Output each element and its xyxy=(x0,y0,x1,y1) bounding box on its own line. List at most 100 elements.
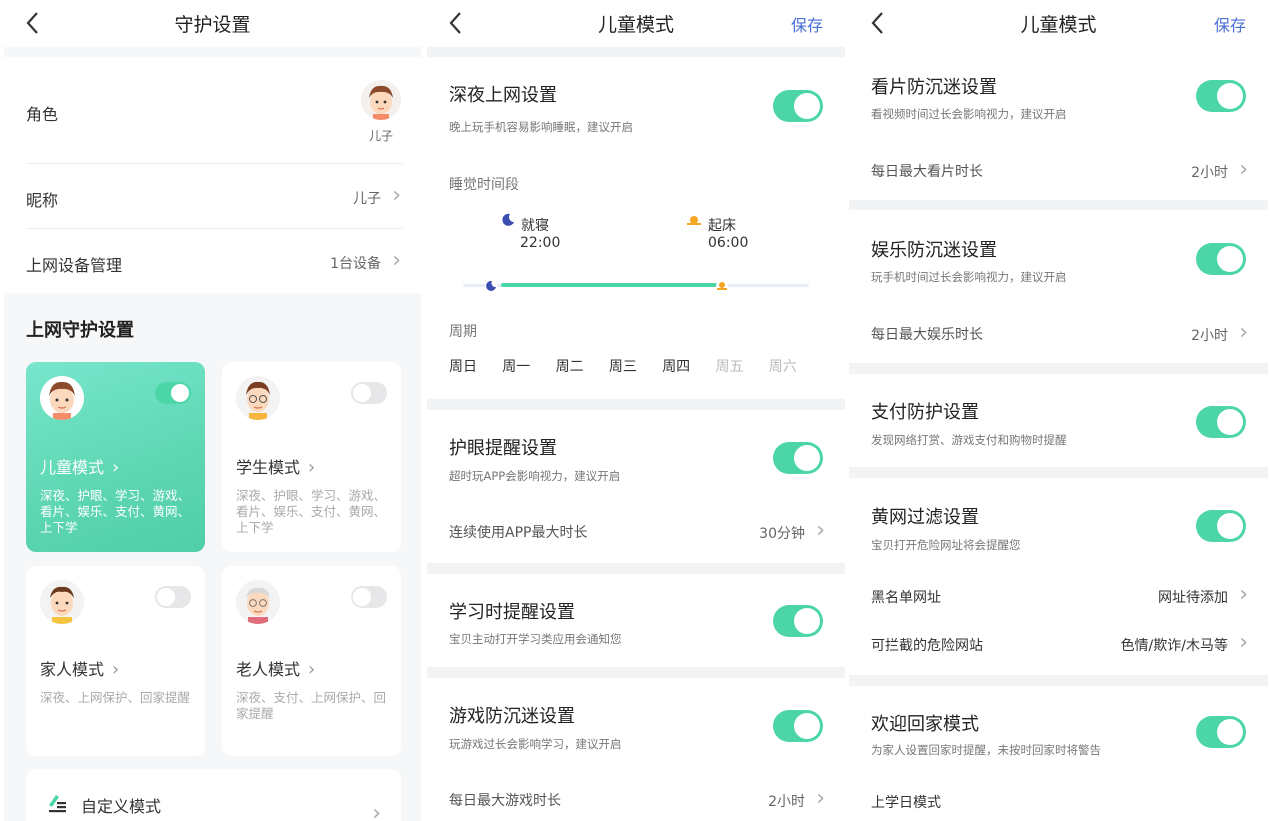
filter-card: 黄网过滤设置 宝贝打开危险网址将会提醒您 黑名单网址 网址待添加 可拦截的危险网… xyxy=(849,478,1268,675)
save-button[interactable]: 保存 xyxy=(791,12,823,36)
custom-mode-card[interactable]: 自定义模式 xyxy=(26,769,401,821)
weekday-tue[interactable]: 周二 xyxy=(556,356,609,376)
entertainment-title: 娱乐防沉迷设置 xyxy=(871,240,997,261)
mode-name: 学生模式 › xyxy=(236,457,316,478)
filter-title: 黄网过滤设置 xyxy=(871,507,979,528)
entertainment-max-time-label: 每日最大娱乐时长 xyxy=(871,327,983,343)
game-max-time-value[interactable]: 2小时 xyxy=(768,791,805,811)
sunrise-handle-icon[interactable] xyxy=(715,278,729,297)
video-toggle[interactable] xyxy=(1196,80,1246,112)
game-card: 游戏防沉迷设置 玩游戏过长会影响学习，建议开启 每日最大游戏时长 2小时 xyxy=(427,678,845,821)
bedtime-value[interactable]: 22:00 xyxy=(520,235,560,251)
nickname-label: 昵称 xyxy=(26,191,59,210)
video-title: 看片防沉迷设置 xyxy=(871,77,997,98)
student-avatar-icon xyxy=(236,376,280,420)
role-label: 角色 xyxy=(26,105,59,124)
weekday-wed[interactable]: 周三 xyxy=(609,356,662,376)
eye-title: 护眼提醒设置 xyxy=(449,438,557,459)
mode-toggle[interactable] xyxy=(351,382,387,404)
mode-name: 家人模式 › xyxy=(40,659,120,680)
dangerous-sites-label: 可拦截的危险网站 xyxy=(871,638,983,654)
weekday-thu[interactable]: 周四 xyxy=(662,356,715,376)
nav-bar: 儿童模式 保存 xyxy=(849,0,1268,47)
game-desc: 玩游戏过长会影响学习，建议开启 xyxy=(449,737,622,751)
study-desc: 宝贝主动打开学习类应用会通知您 xyxy=(449,632,622,646)
chevron-right-icon[interactable] xyxy=(1239,632,1248,654)
weekday-fri[interactable]: 周五 xyxy=(715,356,768,376)
chevron-right-icon[interactable] xyxy=(816,520,825,542)
device-value[interactable]: 1台设备 xyxy=(330,253,381,273)
chevron-right-icon: › xyxy=(112,659,120,680)
night-desc: 晚上玩手机容易影响睡眠，建议开启 xyxy=(449,120,633,134)
moon-handle-icon[interactable] xyxy=(484,278,498,297)
game-toggle[interactable] xyxy=(773,710,823,742)
filter-desc: 宝贝打开危险网址将会提醒您 xyxy=(871,538,1021,552)
game-title: 游戏防沉迷设置 xyxy=(449,706,575,727)
mode-card-elder[interactable]: 老人模式 › 深夜、支付、上网保护、回家提醒 xyxy=(222,566,401,756)
avatar[interactable] xyxy=(361,80,401,120)
video-desc: 看视频时间过长会影响视力，建议开启 xyxy=(871,107,1067,121)
eye-toggle[interactable] xyxy=(773,442,823,474)
mode-name: 儿童模式 › xyxy=(40,457,120,478)
entertainment-max-time-value[interactable]: 2小时 xyxy=(1191,325,1228,345)
custom-mode-label: 自定义模式 xyxy=(81,797,162,816)
chevron-right-icon[interactable] xyxy=(392,185,401,207)
chevron-right-icon[interactable] xyxy=(1239,159,1248,181)
sleep-period-label: 睡觉时间段 xyxy=(449,177,519,193)
home-card: 欢迎回家模式 为家人设置回家时提醒，未按时回家时将警告 上学日模式 xyxy=(849,686,1268,821)
wake-value[interactable]: 06:00 xyxy=(708,235,748,251)
chevron-right-icon[interactable] xyxy=(816,788,825,810)
chevron-right-icon: › xyxy=(112,457,120,478)
study-card: 学习时提醒设置 宝贝主动打开学习类应用会通知您 xyxy=(427,574,845,667)
chevron-right-icon[interactable] xyxy=(1239,322,1248,344)
chevron-right-icon[interactable] xyxy=(392,250,401,272)
mode-toggle[interactable] xyxy=(351,586,387,608)
week-label: 周期 xyxy=(449,324,477,340)
night-toggle[interactable] xyxy=(773,90,823,122)
sunrise-icon xyxy=(686,212,702,231)
night-setting-card: 深夜上网设置 晚上玩手机容易影响睡眠，建议开启 睡觉时间段 就寝 22:00 起… xyxy=(427,57,845,399)
payment-toggle[interactable] xyxy=(1196,406,1246,438)
weekday-sun[interactable]: 周日 xyxy=(449,356,502,376)
blacklist-label: 黑名单网址 xyxy=(871,590,941,606)
entertainment-toggle[interactable] xyxy=(1196,243,1246,275)
payment-card: 支付防护设置 发现网络打赏、游戏支付和购物时提醒 xyxy=(849,374,1268,467)
dangerous-sites-value[interactable]: 色情/欺诈/木马等 xyxy=(1121,635,1228,655)
mode-card-family[interactable]: 家人模式 › 深夜、上网保护、回家提醒 xyxy=(26,566,205,756)
nickname-value[interactable]: 儿子 xyxy=(353,188,381,208)
weekday-sat[interactable]: 周六 xyxy=(769,356,822,376)
weekday-mon[interactable]: 周一 xyxy=(502,356,555,376)
family-avatar-icon xyxy=(40,580,84,624)
filter-toggle[interactable] xyxy=(1196,510,1246,542)
mode-card-child[interactable]: 儿童模式 › 深夜、护眼、学习、游戏、看片、娱乐、支付、黄网、上下学 xyxy=(26,362,205,552)
chevron-right-icon: › xyxy=(308,457,316,478)
mode-card-student[interactable]: 学生模式 › 深夜、护眼、学习、游戏、看片、娱乐、支付、黄网、上下学 xyxy=(222,362,401,552)
save-button[interactable]: 保存 xyxy=(1214,12,1246,36)
study-title: 学习时提醒设置 xyxy=(449,602,575,623)
app-max-time-value[interactable]: 30分钟 xyxy=(759,523,805,543)
moon-icon xyxy=(501,212,515,231)
weekday-selector: 周日 周一 周二 周三 周四 周五 周六 xyxy=(449,356,829,376)
blacklist-value[interactable]: 网址待添加 xyxy=(1158,587,1228,607)
payment-title: 支付防护设置 xyxy=(871,402,979,423)
child-avatar-icon xyxy=(40,376,84,420)
page-title: 儿童模式 xyxy=(1020,14,1097,36)
mode-name: 老人模式 › xyxy=(236,659,316,680)
wake-label: 起床 xyxy=(708,218,736,234)
chevron-right-icon[interactable] xyxy=(1239,584,1248,606)
study-toggle[interactable] xyxy=(773,605,823,637)
divider xyxy=(26,163,403,164)
entertainment-desc: 玩手机时间过长会影响视力，建议开启 xyxy=(871,270,1067,284)
video-max-time-value[interactable]: 2小时 xyxy=(1191,162,1228,182)
mode-toggle[interactable] xyxy=(155,586,191,608)
chevron-right-icon[interactable] xyxy=(372,803,381,821)
mode-toggle[interactable] xyxy=(155,382,191,404)
time-range-fill[interactable] xyxy=(501,283,721,287)
edit-list-icon xyxy=(46,791,68,817)
home-toggle[interactable] xyxy=(1196,716,1246,748)
chevron-right-icon: › xyxy=(308,659,316,680)
home-desc: 为家人设置回家时提醒，未按时回家时将警告 xyxy=(871,743,1101,757)
page-title: 儿童模式 xyxy=(597,14,674,36)
nav-bar: 儿童模式 保存 xyxy=(427,0,845,47)
video-card: 看片防沉迷设置 看视频时间过长会影响视力，建议开启 每日最大看片时长 2小时 xyxy=(849,47,1268,200)
